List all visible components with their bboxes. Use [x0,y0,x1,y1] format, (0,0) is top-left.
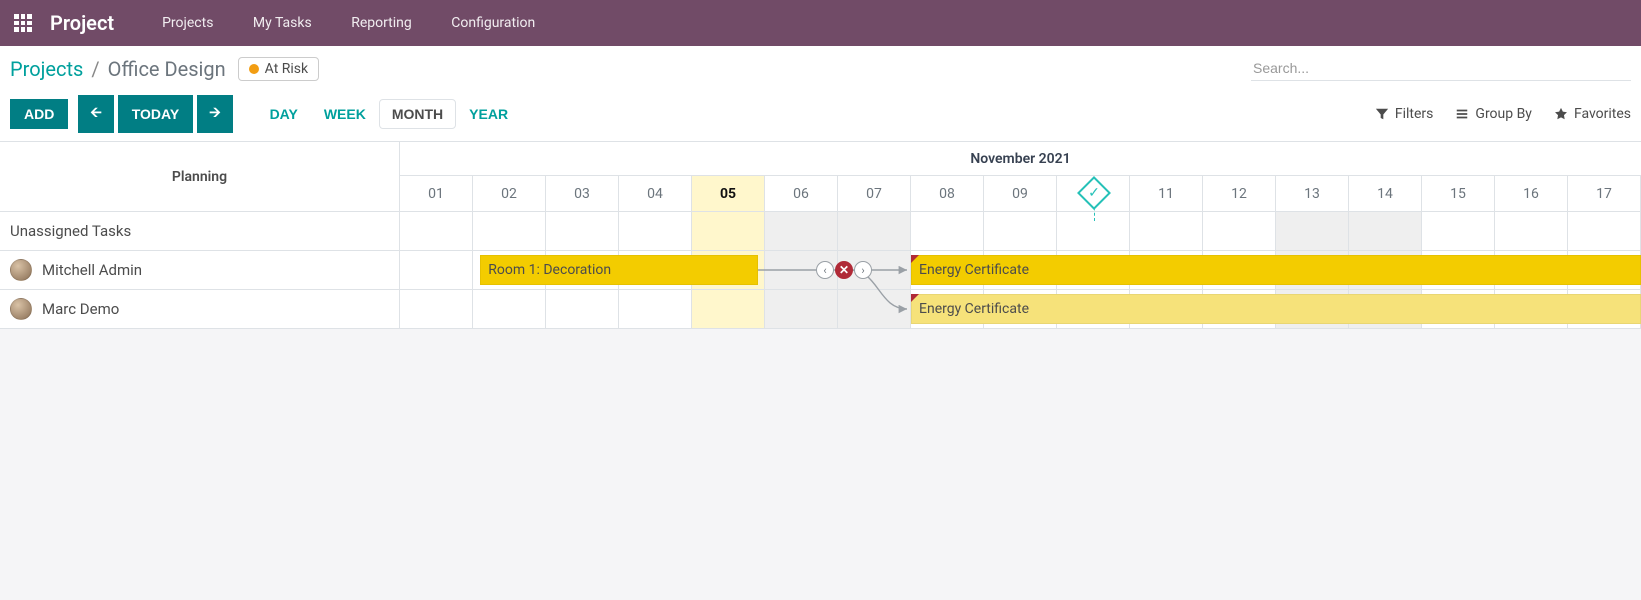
day-header-cell: 14 [1349,176,1422,211]
scale-year[interactable]: YEAR [456,99,521,129]
gantt-row-label: Mitchell Admin [42,261,142,279]
gantt-task-label: Energy Certificate [919,301,1029,317]
scale-month[interactable]: MONTH [379,99,456,129]
gantt-row-label: Marc Demo [42,300,119,318]
group-by-button[interactable]: Group By [1455,106,1532,122]
day-header-cell: 13 [1276,176,1349,211]
filters-label: Filters [1395,106,1434,122]
prev-button[interactable]: 🡨 [78,95,113,133]
day-row: 0102030405060708091011121314151617 [400,176,1641,211]
brand-label: Project [50,11,114,35]
gantt-overlay: Room 1: Decoration Energy Certificate Ener… [400,212,1641,329]
breadcrumb: Projects / Office Design [10,57,226,81]
today-button[interactable]: TODAY [118,95,193,133]
day-header-cell: 04 [619,176,692,211]
filters-button[interactable]: Filters [1375,106,1434,122]
avatar [10,259,32,281]
gantt-view: Planning November 2021 01020304050607080… [0,142,1641,329]
top-navbar: Project Projects My Tasks Reporting Conf… [0,0,1641,46]
day-header-cell: 11 [1130,176,1203,211]
gantt-row-side[interactable]: Mitchell Admin [0,251,400,289]
dep-nav-right[interactable]: › [854,261,872,279]
chevron-right-icon: 🡪 [209,104,220,120]
group-by-label: Group By [1475,106,1532,122]
day-header-cell: 02 [473,176,546,211]
gantt-row-side[interactable]: Marc Demo [0,290,400,328]
breadcrumb-sep: / [91,57,99,81]
day-header-cell: 17 [1568,176,1641,211]
nav-my-tasks[interactable]: My Tasks [235,15,330,31]
gantt-body: Unassigned TasksMitchell AdminMarc Demo … [0,212,1641,329]
day-header-cell: 06 [765,176,838,211]
planning-header: Planning [0,142,400,211]
filter-icon [1375,107,1389,121]
day-header-cell: 12 [1203,176,1276,211]
list-icon [1455,107,1469,121]
day-header-cell: 16 [1495,176,1568,211]
nav-projects[interactable]: Projects [144,15,231,31]
favorites-label: Favorites [1574,106,1631,122]
check-icon: ✓ [1084,183,1104,203]
scale-day[interactable]: DAY [257,99,311,129]
task-flag-icon [911,294,919,302]
gantt-task-label: Room 1: Decoration [488,262,611,278]
favorites-button[interactable]: Favorites [1554,106,1631,122]
gantt-task-bar[interactable]: Energy Certificate [911,294,1641,324]
day-header-cell: 07 [838,176,911,211]
avatar [10,298,32,320]
scale-week[interactable]: WEEK [311,99,379,129]
month-label: November 2021 [400,142,1641,176]
task-flag-icon [911,255,919,263]
apps-icon[interactable] [14,14,32,32]
dep-status-pill[interactable]: ✕ [835,261,853,279]
status-badge[interactable]: At Risk [238,57,319,81]
status-dot-icon [249,64,259,74]
nav-configuration[interactable]: Configuration [433,15,553,31]
dep-nav-left[interactable]: ‹ [816,261,834,279]
star-icon [1554,107,1568,121]
gantt-task-bar[interactable]: Energy Certificate [911,255,1641,285]
chevron-left-icon: 🡨 [90,104,101,120]
day-header-cell: 05 [692,176,765,211]
day-header-cell: 03 [546,176,619,211]
add-button[interactable]: ADD [10,99,68,129]
day-header-cell: 15 [1422,176,1495,211]
day-header-cell: 01 [400,176,473,211]
next-button[interactable]: 🡪 [197,95,232,133]
gantt-task-label: Energy Certificate [919,262,1029,278]
search-input[interactable] [1251,56,1631,81]
day-header-cell: 09 [984,176,1057,211]
gantt-task-bar[interactable]: Room 1: Decoration [480,255,757,285]
gantt-header: Planning November 2021 01020304050607080… [0,142,1641,212]
scale-switch: DAY WEEK MONTH YEAR [257,99,522,129]
nav-reporting[interactable]: Reporting [333,15,430,31]
gantt-row-label: Unassigned Tasks [10,222,131,240]
breadcrumb-current: Office Design [108,57,226,81]
day-header-cell: 08 [911,176,984,211]
gantt-row-side[interactable]: Unassigned Tasks [0,212,400,250]
top-nav: Projects My Tasks Reporting Configuratio… [144,15,553,31]
breadcrumb-root[interactable]: Projects [10,57,83,81]
control-panel: Projects / Office Design At Risk ADD 🡨 T… [0,46,1641,142]
status-label: At Risk [265,61,308,77]
